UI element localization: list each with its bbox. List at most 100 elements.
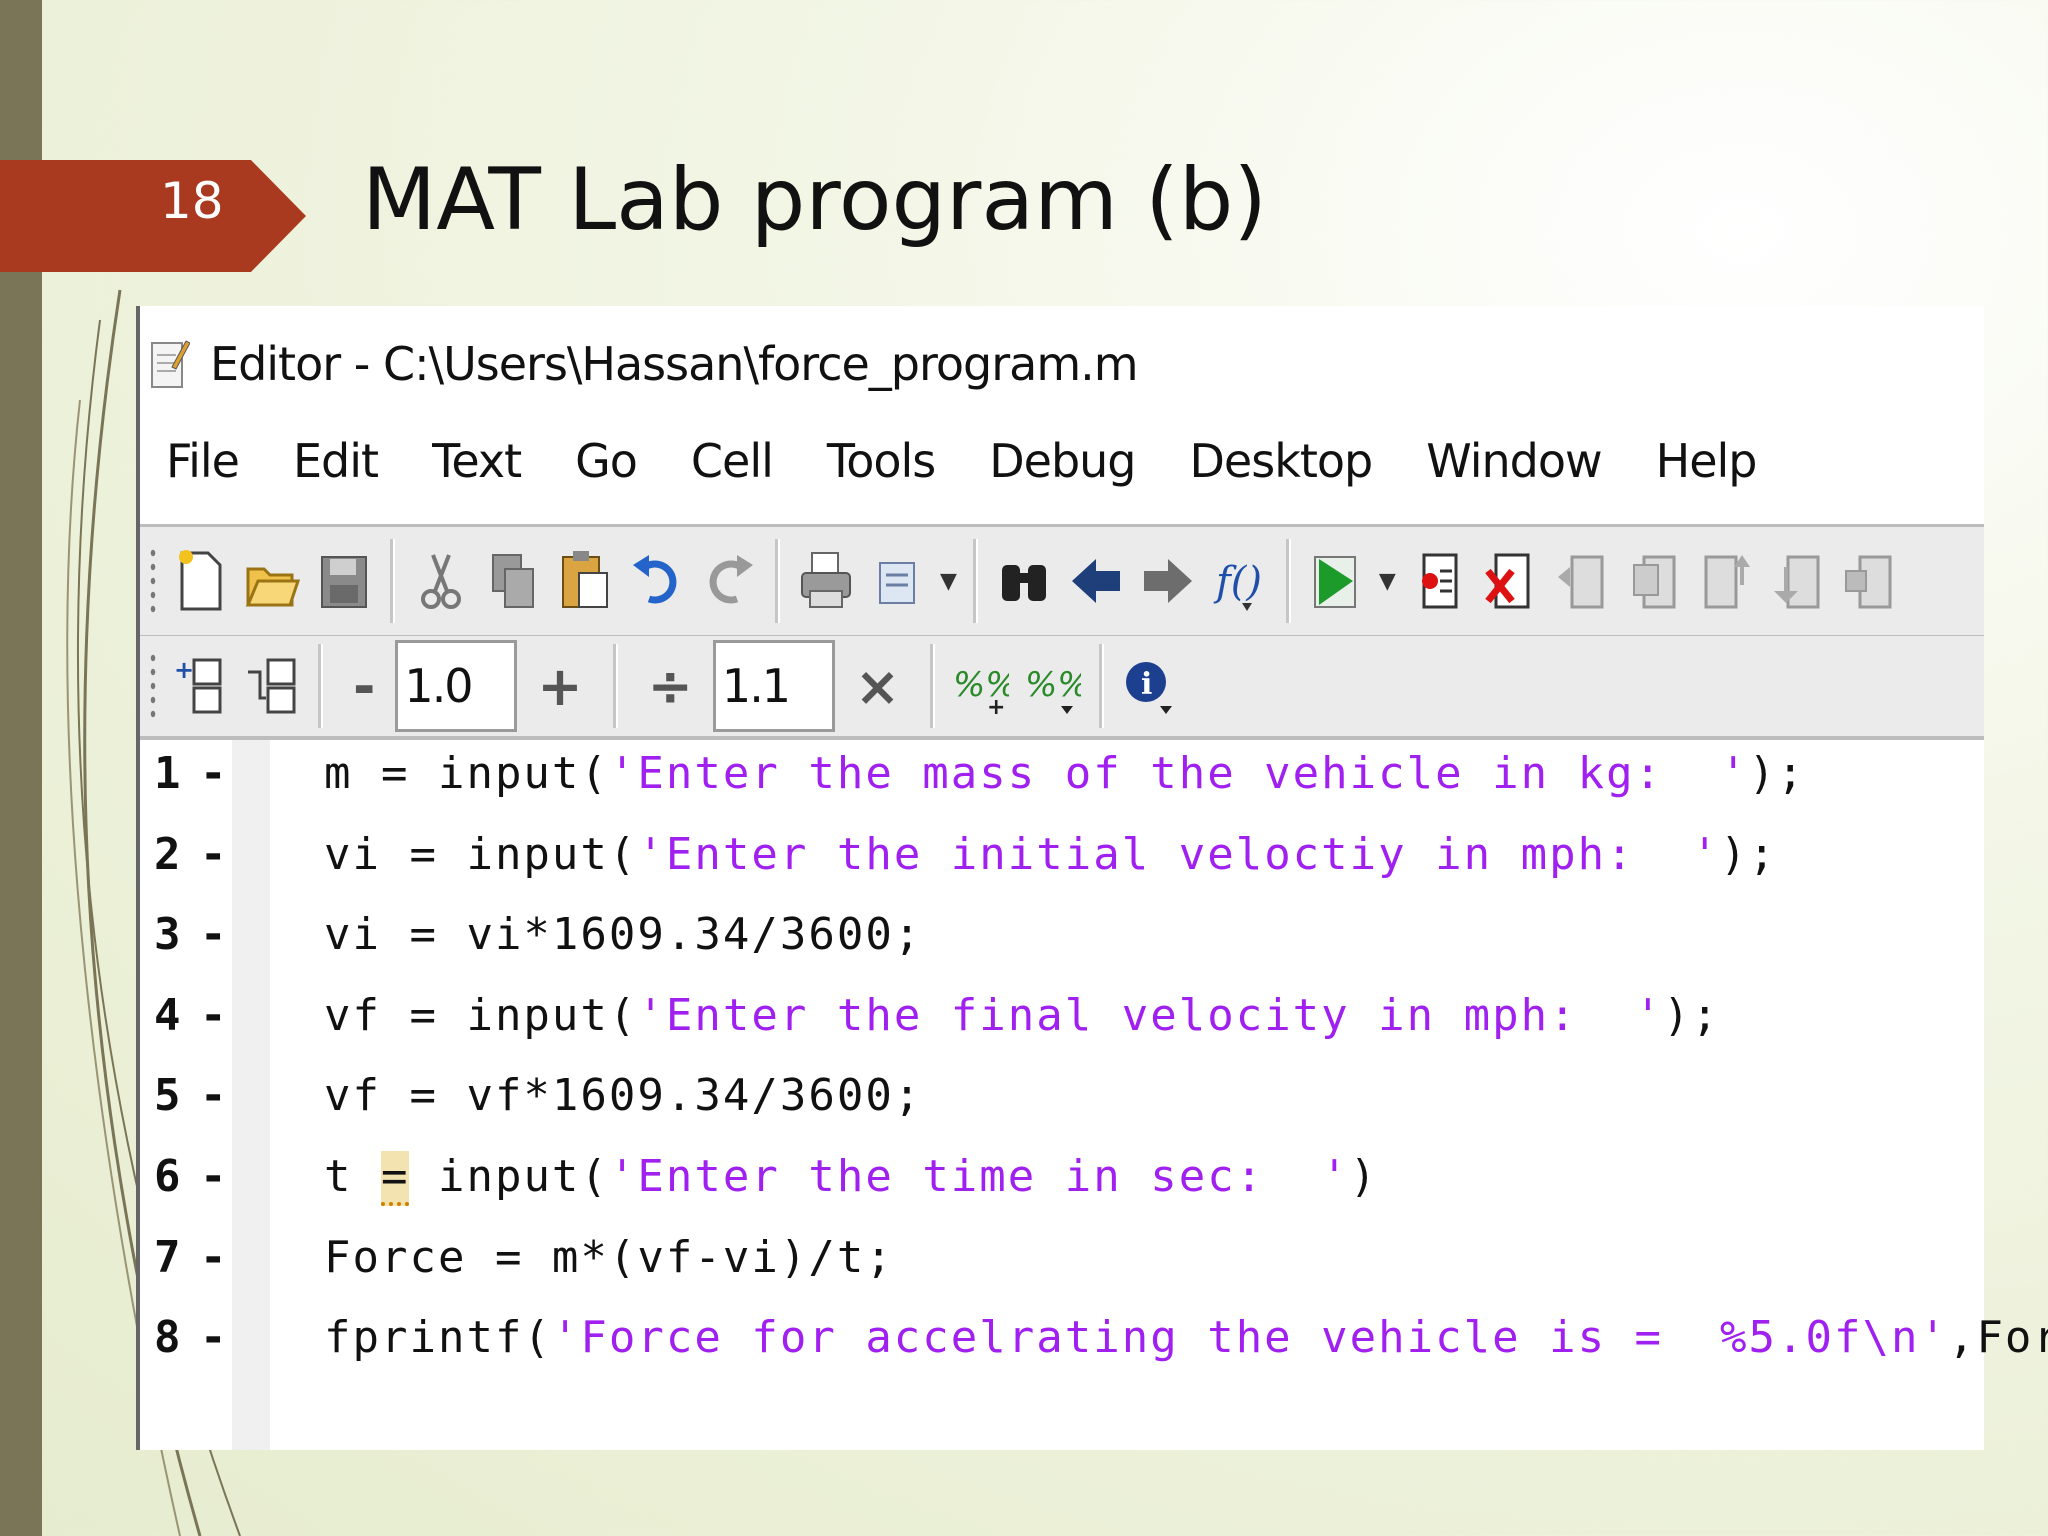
code-token: ); [1663,990,1721,1041]
printer-icon [801,552,851,608]
open-folder-icon [245,567,300,607]
continue-button[interactable] [1770,546,1826,616]
svg-text:+: + [174,656,194,684]
code-text[interactable]: t = input('Enter the time in sec: ') [324,1151,1378,1206]
menu-cell[interactable]: Cell [691,434,774,488]
publish-dropdown-icon[interactable]: ▼ [940,569,957,594]
run-button[interactable] [1309,546,1365,616]
line-number: 1 [154,748,181,799]
function-button[interactable]: f() [1212,546,1268,616]
insert-cell-divider-button[interactable]: + [172,651,228,721]
code-text[interactable]: fprintf('Force for accelrating the vehic… [324,1312,2048,1363]
line-number: 3 [154,909,181,960]
cell-value-field-2[interactable]: 1.1 [712,640,835,732]
line-number: 8 [154,1312,181,1363]
code-text[interactable]: vf = input('Enter the final velocity in … [324,990,1720,1041]
code-token: ,Force) [1947,1312,2048,1363]
editor-titlebar: Editor - C:\Users\Hassan\force_program.m [140,324,1984,404]
toolbar-separator [972,539,978,623]
arrow-left-icon [1071,559,1120,603]
save-disk-icon [321,556,367,608]
code-text[interactable]: vi = input('Enter the initial veloctiy i… [324,829,1777,880]
multiply-button[interactable]: × [855,655,900,718]
continue-icon [1773,555,1820,609]
forward-button[interactable] [1140,546,1196,616]
undo-button[interactable] [629,546,685,616]
code-editor[interactable]: 1 - m = input('Enter the mass of the veh… [140,740,2048,1450]
step-out-icon [1704,555,1750,609]
find-button[interactable] [996,546,1052,616]
run-dropdown-icon[interactable]: ▼ [1379,569,1396,594]
svg-text:i: i [1141,667,1152,702]
code-line: 3 - vi = vi*1609.34/3600; [140,901,1984,981]
menu-file[interactable]: File [166,434,240,488]
menu-go[interactable]: Go [575,434,638,488]
help-info-button[interactable]: i [1122,651,1178,721]
cell-toolbar: + - 1.0 + ÷ 1.1 × %% + [140,636,1984,740]
menu-window[interactable]: Window [1426,434,1602,488]
line-marker: - [200,1151,227,1202]
back-button[interactable] [1068,546,1124,616]
redo-button[interactable] [701,546,757,616]
code-token: vi = input( [324,829,638,880]
code-token: vf = vf*1609.34/3600; [324,1070,923,1121]
code-text[interactable]: vf = vf*1609.34/3600; [324,1070,922,1121]
line-marker: - [200,909,227,960]
step-in-button[interactable] [1626,546,1682,616]
insert-cell-comment-button[interactable]: %% + [953,651,1009,721]
menu-tools[interactable]: Tools [827,434,936,488]
line-number: 7 [154,1232,181,1283]
function-fx-icon: f() [1213,559,1262,611]
menu-text[interactable]: Text [432,434,522,488]
code-text[interactable]: vi = vi*1609.34/3600; [324,909,922,960]
paste-clipboard-icon [562,551,608,608]
line-marker: - [200,1232,227,1283]
print-button[interactable] [798,546,854,616]
undo-icon [633,555,677,604]
divide-button[interactable]: ÷ [648,655,693,718]
code-text[interactable]: Force = m*(vf-vi)/t; [324,1232,894,1283]
toolbar-grip[interactable] [148,546,158,616]
cut-button[interactable] [413,546,469,616]
code-string: 'Enter the initial veloctiy in mph: ' [637,829,1721,880]
editor-window-title: Editor - C:\Users\Hassan\force_program.m [210,337,1139,391]
run-play-icon [1313,556,1356,608]
toolbar-separator [775,539,780,623]
code-string: 'Enter the time in sec: ' [608,1151,1350,1202]
step-button[interactable] [1554,546,1610,616]
code-token: ); [1720,829,1778,880]
clear-breakpoints-icon [1485,553,1530,609]
set-breakpoint-button[interactable] [1410,546,1466,616]
menu-help[interactable]: Help [1656,434,1758,488]
menu-edit[interactable]: Edit [293,434,379,488]
copy-button[interactable] [485,546,541,616]
mlint-warning-token[interactable]: = [380,1151,410,1206]
toolbar-separator [1285,539,1291,623]
menu-desktop[interactable]: Desktop [1190,434,1374,488]
copy-icon [492,554,534,608]
code-string: 'Force for accelrating the vehicle is = … [551,1312,1948,1363]
increment-button[interactable]: + [537,655,582,718]
line-marker: - [200,1312,227,1363]
code-token: ); [1748,748,1806,799]
publish-button[interactable] [870,546,926,616]
code-token: t [324,1151,381,1202]
cell-value-field-1[interactable]: 1.0 [395,640,518,732]
cell-comment-menu-button[interactable]: %% [1025,651,1081,721]
decrement-button[interactable]: - [353,655,375,718]
remove-cell-divider-button[interactable] [244,651,300,721]
svg-text:+: + [987,695,1005,720]
line-number: 6 [154,1151,181,1202]
exit-debug-icon [1844,555,1892,609]
paste-button[interactable] [557,546,613,616]
menu-debug[interactable]: Debug [989,434,1136,488]
clear-breakpoints-button[interactable] [1482,546,1538,616]
step-out-button[interactable] [1698,546,1754,616]
editor-document-icon [151,340,190,388]
open-file-button[interactable] [244,546,300,616]
new-file-button[interactable] [172,546,228,616]
exit-debug-button[interactable] [1842,546,1898,616]
toolbar-grip[interactable] [148,651,158,721]
save-button[interactable] [316,546,372,616]
code-text[interactable]: m = input('Enter the mass of the vehicle… [324,748,1806,799]
